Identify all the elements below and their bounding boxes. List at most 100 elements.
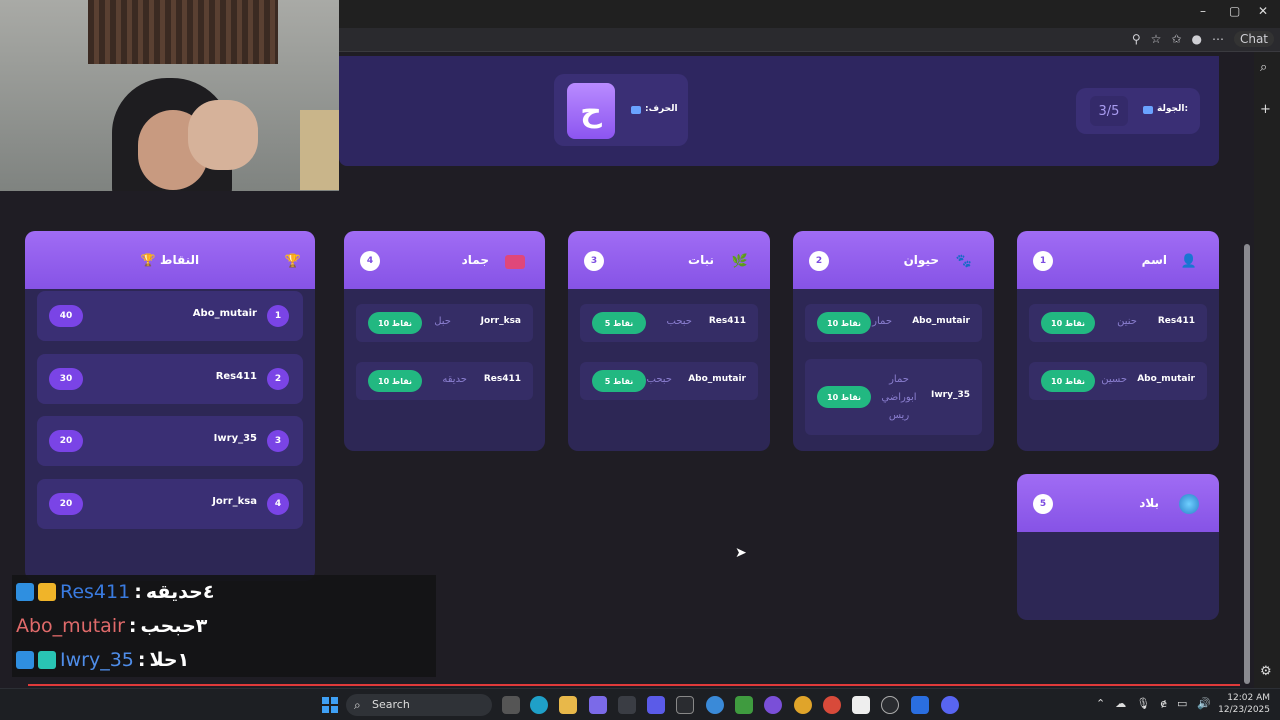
score-row: 1 Abo_mutair 40	[37, 291, 303, 341]
app-icon[interactable]	[706, 696, 724, 714]
points-badge: 10 نقاط	[817, 386, 871, 408]
favorites-icon[interactable]: ✩	[1171, 32, 1181, 46]
maximize-button[interactable]: ▢	[1229, 4, 1240, 18]
taskbar-search[interactable]: ⌕ Search	[346, 694, 492, 716]
score-row: 2 Res411 30	[37, 354, 303, 404]
points-badge: 10 نقاط	[1041, 312, 1095, 334]
clock[interactable]: 12:02 AM 12/23/2025	[1218, 692, 1270, 716]
score-row: 4 Jorr_ksa 20	[37, 479, 303, 529]
badge-icon	[16, 651, 34, 669]
scrollbar-thumb[interactable]	[1244, 244, 1250, 684]
add-icon[interactable]: +	[1260, 102, 1271, 117]
card-number: 5	[1033, 494, 1053, 514]
card-title: بلاد	[1139, 496, 1159, 510]
app-icon[interactable]	[911, 696, 929, 714]
player-name: Abo_mutair	[912, 316, 970, 326]
read-aloud-icon[interactable]: ⚲	[1132, 32, 1141, 46]
app-icon[interactable]	[881, 696, 899, 714]
points-badge: 10 نقاط	[817, 312, 871, 334]
chrome-icon[interactable]	[794, 696, 812, 714]
favorite-star-icon[interactable]: ☆	[1151, 32, 1162, 46]
network-icon[interactable]: ▭	[1177, 697, 1187, 710]
player-name: Jorr_ksa	[480, 316, 521, 326]
copilot-chat-button[interactable]: Chat	[1233, 31, 1274, 47]
answer-entry: Abo_mutair حبحب 5 نقاط	[580, 362, 758, 400]
answer-word: حسين	[1101, 374, 1127, 385]
file-explorer-icon[interactable]	[559, 696, 577, 714]
chat-username: Iwry_35	[60, 649, 134, 671]
minecraft-icon[interactable]	[735, 696, 753, 714]
microphone-icon[interactable]: 🎙	[1136, 697, 1150, 710]
card-header: بلاد 5	[1017, 474, 1219, 532]
clock-date: 12/23/2025	[1218, 705, 1270, 715]
edge-icon[interactable]	[530, 696, 548, 714]
profile-icon[interactable]: ●	[1191, 32, 1201, 46]
minimize-button[interactable]: –	[1200, 4, 1206, 18]
app-icon[interactable]	[647, 696, 665, 714]
settings-icon[interactable]: ⚙	[1260, 664, 1272, 679]
search-icon[interactable]: ⌕	[1260, 60, 1267, 75]
app-icon[interactable]	[852, 696, 870, 714]
app-icon[interactable]	[764, 696, 782, 714]
page-scrollbar[interactable]	[1240, 56, 1254, 686]
mouse-cursor-icon: ➤	[735, 545, 747, 561]
start-button[interactable]	[322, 697, 338, 713]
scoreboard-title: 🏆 النقاط	[140, 253, 200, 267]
webcam-overlay	[0, 0, 339, 191]
card-title: جماد	[461, 253, 489, 267]
round-icon	[1143, 106, 1153, 114]
category-card-plant: 🌿 نبات 3 Res411 حبحب 5 نقاط Abo_mutair ح…	[568, 231, 770, 451]
more-icon[interactable]: ⋯	[1212, 32, 1224, 46]
player-name: Abo_mutair	[192, 308, 257, 319]
answer-entry: Jorr_ksa حبل 10 نقاط	[356, 304, 533, 342]
chevron-up-icon[interactable]: ⌃	[1096, 697, 1105, 710]
app-icon[interactable]	[676, 696, 694, 714]
card-header: 🌿 نبات 3	[568, 231, 770, 289]
chat-username: Res411	[60, 581, 131, 603]
leaf-icon: 🌿	[731, 253, 749, 269]
browser-sidebar: ⌕ + ⚙	[1254, 52, 1280, 688]
card-title: نبات	[688, 253, 714, 267]
copilot-icon[interactable]	[589, 696, 607, 714]
player-name: Abo_mutair	[688, 374, 746, 384]
category-card-country: بلاد 5	[1017, 474, 1219, 620]
globe-icon	[1179, 494, 1199, 514]
close-button[interactable]: ✕	[1258, 4, 1268, 18]
player-name: Iwry_35	[213, 433, 257, 444]
crown-badge-icon	[38, 583, 56, 601]
paw-icon: 🐾	[955, 253, 973, 269]
rank-badge: 4	[267, 493, 289, 515]
task-view-icon[interactable]	[502, 696, 520, 714]
score-badge: 40	[49, 305, 83, 327]
score-badge: 20	[49, 493, 83, 515]
keyboard-icon[interactable]: ɇ	[1160, 697, 1167, 710]
volume-icon[interactable]: 🔊	[1197, 697, 1211, 710]
onedrive-icon[interactable]: ☁	[1115, 697, 1126, 710]
discord-icon[interactable]	[941, 696, 959, 714]
scoreboard-header: 🏆 🏆 النقاط	[25, 231, 315, 289]
chrome-icon[interactable]	[823, 696, 841, 714]
category-card-animal: 🐾 حيوان 2 Abo_mutair حمار 10 نقاط Iwry_3…	[793, 231, 994, 451]
rank-badge: 3	[267, 430, 289, 452]
address-bar[interactable]: ⚲ ☆ ✩ ● ⋯ Chat	[338, 28, 1280, 52]
store-icon[interactable]	[618, 696, 636, 714]
category-card-object: جماد 4 Jorr_ksa حبل 10 نقاط Res411 حديقه…	[344, 231, 545, 451]
card-header: جماد 4	[344, 231, 545, 289]
card-number: 4	[360, 251, 380, 271]
letter-label: الحرف:	[645, 104, 678, 114]
answer-entry: Res411 حنين 10 نقاط	[1029, 304, 1207, 342]
player-name: Res411	[1157, 316, 1195, 326]
search-icon: ⌕	[354, 698, 361, 712]
player-name: Abo_mutair	[1137, 374, 1195, 384]
card-header: 👤 اسم 1	[1017, 231, 1219, 289]
answer-entry: Iwry_35 حمار ابوراضي ريس 10 نقاط	[805, 359, 982, 435]
score-row: 3 Iwry_35 20	[37, 416, 303, 466]
answer-word: حبحب	[646, 374, 672, 385]
chat-separator: :	[134, 581, 142, 603]
rank-badge: 1	[267, 305, 289, 327]
answer-word: حبحب	[666, 316, 692, 327]
gift-badge-icon	[38, 651, 56, 669]
answer-word: حبل	[434, 316, 451, 327]
card-title: اسم	[1141, 253, 1167, 267]
stream-chat-overlay: Res411 : ٤حديقه Abo_mutair : ٣حبحب Iwry_…	[12, 575, 436, 677]
